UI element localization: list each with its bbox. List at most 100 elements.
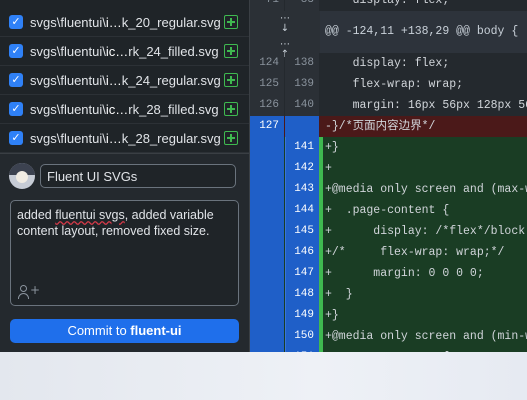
include-checkbox[interactable]: ✓ [9,15,23,29]
spellcheck-squiggle: fluentui svgs [55,208,125,222]
old-line-number[interactable]: 124 [250,53,284,74]
added-line-marker [319,263,323,284]
old-line-number[interactable] [250,158,284,179]
include-checkbox[interactable]: ✓ [9,44,23,58]
code-text: display: flex; [325,0,450,7]
diff-line[interactable]: 142 + [250,158,527,179]
old-line-number[interactable] [250,284,284,305]
file-row[interactable]: ✓ svgs\fluentui\i…k_24_regular.svg [0,66,249,95]
old-line-number[interactable] [250,242,284,263]
code-text: +@media only screen and (max-width [325,183,527,196]
add-coauthor-icon[interactable]: + [18,284,40,299]
code-text: + } [325,288,353,301]
changes-panel: ✓ svgs\fluentui\i…k_20_regular.svg ✓ svgs\f… [0,0,250,352]
code-text: + .page-content { [325,204,450,217]
added-file-icon [224,73,238,87]
commit-summary-input[interactable]: Fluent UI SVGs [40,164,236,188]
added-line-marker [319,305,323,326]
new-line-number[interactable]: 150 [285,326,319,347]
old-line-number[interactable] [250,263,284,284]
expand-hunk-button[interactable]: ⋯↓⋯↑ [250,11,320,60]
hunk-header: ⋯↓⋯↑ @@ -124,11 +138,29 @@ body { [250,11,527,60]
include-checkbox[interactable]: ✓ [9,73,23,87]
new-line-number[interactable]: 140 [285,95,319,116]
diff-line[interactable]: 146 +/* flex-wrap: wrap;*/ [250,242,527,263]
new-line-number[interactable]: 143 [285,179,319,200]
code-text: +/* flex-wrap: wrap;*/ [325,246,505,259]
added-line-marker [319,284,323,305]
new-line-number[interactable]: 146 [285,242,319,263]
file-row[interactable]: ✓ svgs\fluentui\i…k_20_regular.svg [0,8,249,37]
file-row[interactable]: ✓ svgs\fluentui\ic…rk_28_filled.svg [0,95,249,124]
include-checkbox[interactable]: ✓ [9,131,23,145]
code-text: -}/*页面内容边界*/ [325,120,436,133]
code-text: +@media only screen and (min-width [325,330,527,343]
new-line-number[interactable]: 141 [285,137,319,158]
file-path: svgs\fluentui\i…k_28_regular.svg [30,131,221,146]
added-line-marker [319,242,323,263]
new-line-number[interactable] [285,116,319,137]
new-line-number[interactable]: 144 [285,200,319,221]
new-line-number[interactable]: 147 [285,263,319,284]
diff-line[interactable]: 144 + .page-content { [250,200,527,221]
code-text: + display: /*flex*/block; [325,225,527,238]
added-line-marker [319,137,323,158]
added-file-icon [224,102,238,116]
commit-button[interactable]: Commit to fluent-ui [10,319,239,343]
hunk-header-text: @@ -124,11 +138,29 @@ body { [325,25,519,38]
file-path: svgs\fluentui\ic…rk_28_filled.svg [30,102,219,117]
diff-line[interactable]: 148 + } [250,284,527,305]
file-row[interactable]: ✓ svgs\fluentui\i…k_28_regular.svg [0,124,249,153]
new-line-number[interactable]: 142 [285,158,319,179]
new-line-number[interactable]: 138 [285,53,319,74]
added-file-icon [224,15,238,29]
file-path: svgs\fluentui\i…k_20_regular.svg [30,15,221,30]
new-line-number[interactable]: 148 [285,284,319,305]
old-line-number[interactable] [250,221,284,242]
old-line-number[interactable] [250,200,284,221]
old-line-number[interactable] [250,179,284,200]
old-line-number[interactable] [250,326,284,347]
diff-line[interactable]: 149 +} [250,305,527,326]
diff-line[interactable]: 124 138 display: flex; [250,53,527,74]
diff-view: 71 85 display: flex; ⋯↓⋯↑ @@ -124,11 +13… [250,0,527,352]
new-line-number[interactable]: 145 [285,221,319,242]
diff-line[interactable]: 127 -}/*页面内容边界*/ [250,116,527,137]
diff-line[interactable]: 145 + display: /*flex*/block; [250,221,527,242]
old-line-number[interactable]: 125 [250,74,284,95]
new-line-number[interactable]: 149 [285,305,319,326]
diff-line[interactable]: 126140 margin: 16px 56px 128px 56px; [250,95,527,116]
diff-line[interactable]: 150 +@media only screen and (min-width [250,326,527,347]
new-line-number: 85 [285,0,319,11]
avatar[interactable] [9,163,35,189]
added-line-marker [319,179,323,200]
commit-panel: Fluent UI SVGs added fluentui svgs, adde… [0,153,249,352]
old-line-number: 71 [250,0,284,11]
diff-line[interactable]: 125 139 flex-wrap: wrap; [250,74,527,95]
commit-description-text: added fluentui svgs, added variable cont… [17,208,214,238]
desktop-background [0,352,527,400]
old-line-number[interactable]: 126 [250,95,284,116]
diff-line[interactable]: 141 +} [250,137,527,158]
added-line-marker [319,200,323,221]
code-text: + [325,162,332,175]
added-file-icon [224,131,238,145]
diff-line[interactable]: 143 +@media only screen and (max-width [250,179,527,200]
added-file-icon [224,44,238,58]
new-line-number[interactable]: 139 [285,74,319,95]
file-path: svgs\fluentui\i…k_24_regular.svg [30,73,221,88]
file-row[interactable]: ✓ svgs\fluentui\ic…rk_24_filled.svg [0,37,249,66]
include-checkbox[interactable]: ✓ [9,102,23,116]
github-desktop-window: ✓ svgs\fluentui\i…k_20_regular.svg ✓ svgs\f… [0,0,527,352]
commit-description-input[interactable]: added fluentui svgs, added variable cont… [10,200,239,306]
old-line-number[interactable] [250,305,284,326]
added-line-marker [319,158,323,179]
code-text: +} [325,141,339,154]
old-line-number[interactable]: 127 [250,116,284,137]
added-line-marker [319,221,323,242]
old-line-number[interactable] [250,137,284,158]
code-text: flex-wrap: wrap; [325,78,464,91]
added-line-marker [319,326,323,347]
file-path: svgs\fluentui\ic…rk_24_filled.svg [30,44,219,59]
diff-line[interactable]: 147 + margin: 0 0 0 0; [250,263,527,284]
